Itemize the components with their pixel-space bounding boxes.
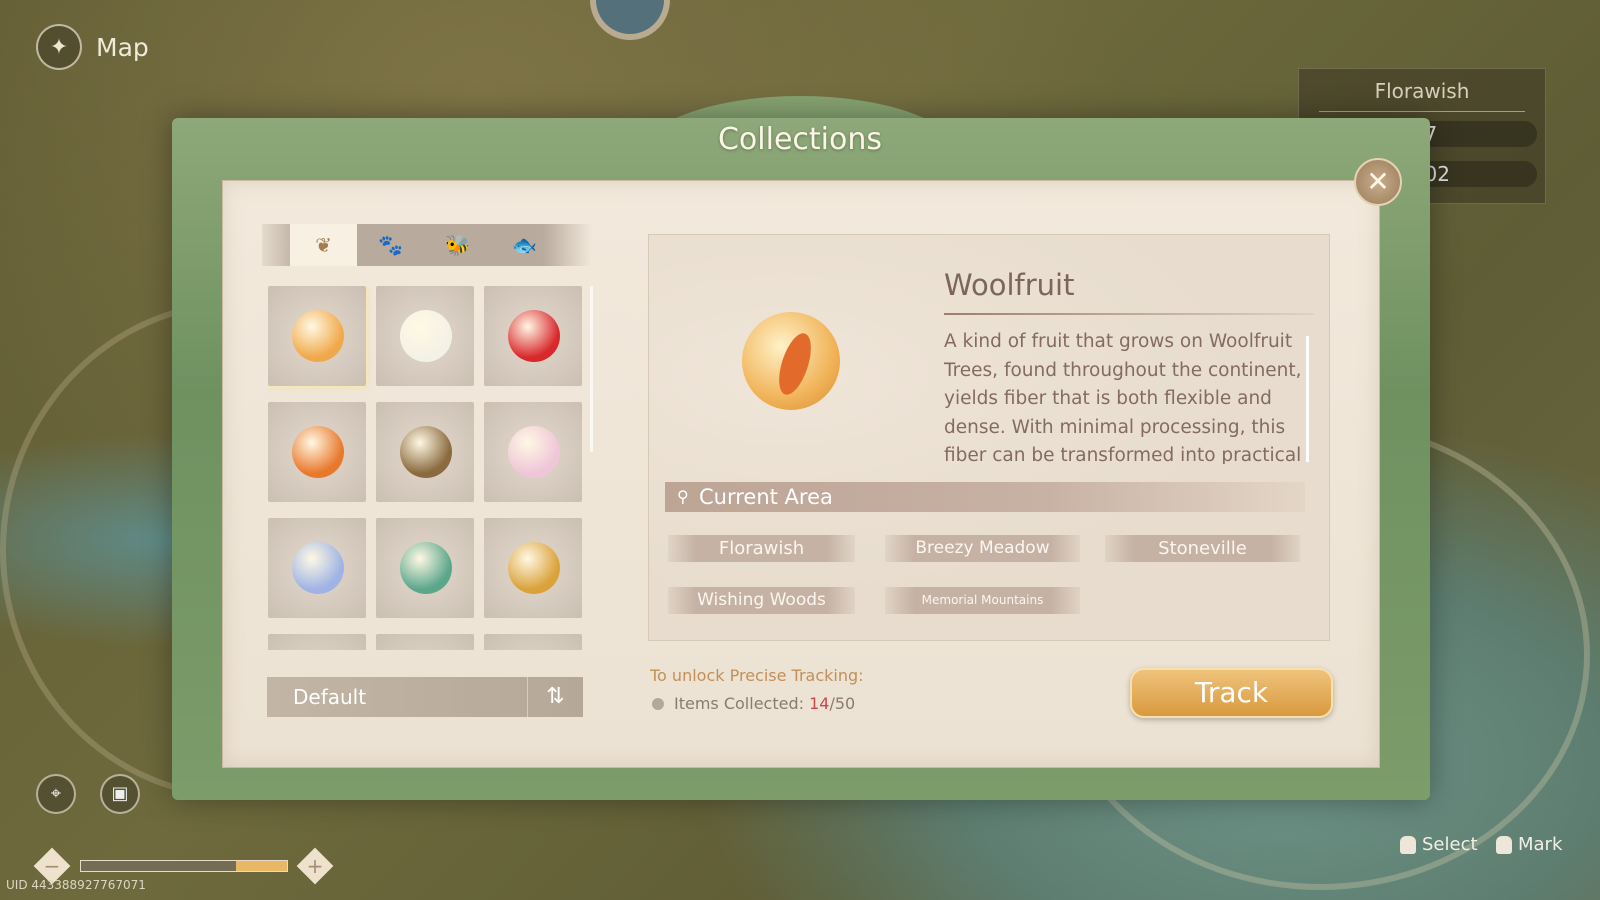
plant-icon: ❦ bbox=[315, 233, 332, 257]
map-back-icon[interactable]: ✦ bbox=[36, 24, 82, 70]
collection-grid bbox=[268, 286, 592, 650]
woolfruit-icon bbox=[292, 310, 344, 362]
pinecone-icon bbox=[400, 426, 452, 478]
fish-icon: 🐟 bbox=[512, 233, 537, 257]
mark-label: Mark bbox=[1518, 834, 1563, 855]
select-label: Select bbox=[1422, 834, 1478, 855]
collection-item[interactable] bbox=[268, 286, 368, 388]
current-area-header: ⚲ Current Area bbox=[665, 482, 1305, 512]
area-tag[interactable]: Memorial Mountains bbox=[885, 587, 1080, 614]
items-collected-count: 14 bbox=[809, 694, 830, 713]
paw-icon: 🐾 bbox=[378, 233, 403, 257]
divider bbox=[944, 313, 1314, 315]
modal-title: Collections bbox=[717, 122, 883, 157]
close-button[interactable]: ✕ bbox=[1354, 158, 1402, 206]
location-button[interactable]: ⌖ bbox=[36, 774, 76, 814]
area-tag[interactable]: Florawish bbox=[668, 535, 855, 562]
bullet-icon bbox=[652, 697, 664, 710]
map-landmark bbox=[590, 0, 670, 40]
divider bbox=[1319, 111, 1525, 112]
mark-hint: Mark bbox=[1496, 834, 1562, 855]
collection-item[interactable] bbox=[268, 518, 366, 618]
items-collected-label: Items Collected: bbox=[674, 694, 810, 713]
area-tag[interactable]: Wishing Woods bbox=[668, 587, 855, 614]
zoom-slider[interactable] bbox=[80, 860, 288, 872]
minus-icon: − bbox=[43, 854, 61, 878]
current-area-label: Current Area bbox=[699, 485, 833, 509]
tab-insects[interactable]: 🐝 bbox=[424, 224, 491, 266]
collection-item[interactable] bbox=[376, 286, 474, 386]
collection-item[interactable] bbox=[268, 402, 366, 502]
select-hint: Select bbox=[1400, 834, 1478, 855]
mouse-left-icon bbox=[1400, 835, 1416, 854]
area-tag[interactable]: Breezy Meadow bbox=[885, 535, 1080, 562]
zoom-in-button[interactable]: + bbox=[296, 847, 334, 885]
woolfruit-image bbox=[742, 312, 840, 410]
bee-icon: 🐝 bbox=[445, 233, 470, 257]
orange-fruit-icon bbox=[292, 426, 344, 478]
collection-item[interactable] bbox=[268, 634, 366, 650]
journal-button[interactable]: ▣ bbox=[100, 774, 140, 814]
tab-animals[interactable]: 🐾 bbox=[357, 224, 424, 266]
area-tag[interactable]: Stoneville bbox=[1105, 535, 1300, 562]
grid-scrollbar[interactable] bbox=[590, 286, 593, 452]
location-pin-icon: ⚲ bbox=[677, 487, 689, 506]
user-id: UID 443388927767071 bbox=[6, 878, 146, 892]
region-title: Florawish bbox=[1374, 79, 1470, 103]
sort-label: Default bbox=[293, 685, 367, 709]
collection-item[interactable] bbox=[484, 286, 582, 386]
tab-fish[interactable]: 🐟 bbox=[491, 224, 558, 266]
blue-shell-icon bbox=[292, 542, 344, 594]
zoom-slider-fill bbox=[235, 861, 287, 871]
collection-item[interactable] bbox=[376, 402, 474, 502]
green-bulb-icon bbox=[400, 542, 452, 594]
white-flower-icon bbox=[400, 310, 452, 362]
collection-item[interactable] bbox=[484, 402, 582, 502]
tab-plants[interactable]: ❦ bbox=[290, 224, 357, 266]
pink-shell-icon bbox=[508, 426, 560, 478]
map-header[interactable]: ✦ Map bbox=[36, 24, 149, 70]
collection-item[interactable] bbox=[376, 518, 474, 618]
collection-item[interactable] bbox=[484, 634, 582, 650]
collection-item[interactable] bbox=[484, 518, 582, 618]
collection-item[interactable] bbox=[376, 634, 474, 650]
description-scrollbar[interactable] bbox=[1306, 336, 1309, 462]
sort-order-toggle[interactable]: ⇅ bbox=[527, 677, 583, 717]
track-button[interactable]: Track bbox=[1130, 668, 1333, 718]
unlock-tracking-label: To unlock Precise Tracking: bbox=[650, 666, 864, 685]
red-pepper-icon bbox=[508, 310, 560, 362]
item-name: Woolfruit bbox=[944, 268, 1075, 302]
items-collected: Items Collected: 14/50 bbox=[652, 694, 855, 713]
category-tabs: ❦ 🐾 🐝 🐟 bbox=[262, 224, 592, 266]
golden-seed-icon bbox=[508, 542, 560, 594]
map-title: Map bbox=[96, 32, 149, 62]
items-collected-total: /50 bbox=[829, 694, 856, 713]
item-description: A kind of fruit that grows on Woolfruit … bbox=[944, 331, 1302, 464]
mouse-right-icon bbox=[1496, 835, 1512, 854]
sort-dropdown[interactable]: Default ⇅ bbox=[267, 677, 583, 717]
plus-icon: + bbox=[306, 854, 324, 878]
